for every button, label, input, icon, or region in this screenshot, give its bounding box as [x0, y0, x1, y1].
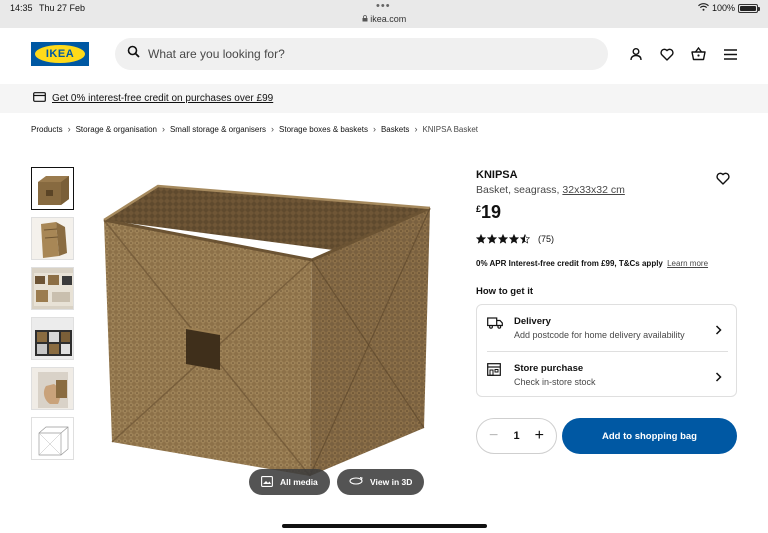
wifi-icon: [698, 3, 709, 13]
status-time: 14:35: [10, 3, 33, 13]
add-to-favourites-icon[interactable]: [716, 172, 730, 190]
thumbnail-3[interactable]: [31, 267, 74, 310]
rating-stars: [476, 234, 530, 244]
product-name: KNIPSA: [476, 169, 518, 181]
credit-info: 0% APR Interest-free credit from £99, T&…: [476, 259, 708, 268]
star-icon: [487, 234, 497, 244]
thumbnail-6[interactable]: [31, 417, 74, 460]
product-price: £ 19: [476, 202, 501, 223]
star-icon: [520, 234, 530, 244]
chevron-right-icon: ›: [271, 124, 275, 134]
quantity-value: 1: [513, 430, 520, 442]
view-3d-button[interactable]: View in 3D: [337, 469, 425, 495]
product-description: Basket, seagrass, 32x33x32 cm: [476, 184, 625, 196]
breadcrumb-storage-boxes[interactable]: Storage boxes & baskets: [279, 125, 368, 134]
logo-text: IKEA: [45, 48, 75, 60]
chevron-right-icon: ›: [414, 124, 418, 134]
store-icon: [487, 363, 501, 381]
ikea-logo[interactable]: IKEA: [31, 42, 89, 66]
status-bar: 14:35 Thu 27 Feb ••• ikea.com 100%: [0, 0, 768, 28]
breadcrumb-current: KNIPSA Basket: [422, 124, 479, 134]
delivery-subtitle: Add postcode for home delivery availabil…: [514, 330, 685, 340]
add-to-bag-button[interactable]: Add to shopping bag: [562, 418, 737, 454]
url-bar[interactable]: ikea.com: [0, 14, 768, 24]
url-text: ikea.com: [370, 14, 407, 24]
learn-more-link[interactable]: Learn more: [667, 259, 708, 268]
product-dimensions-link[interactable]: 32x33x32 cm: [562, 184, 624, 196]
user-icon[interactable]: [626, 44, 646, 64]
star-icon: [498, 234, 508, 244]
gallery-icon: [261, 475, 273, 489]
breadcrumb-small-storage[interactable]: Small storage & organisers: [170, 125, 266, 134]
chevron-right-icon: ›: [161, 124, 165, 134]
menu-icon[interactable]: [720, 44, 740, 64]
search-icon: [127, 45, 140, 63]
thumbnail-4[interactable]: [31, 317, 74, 360]
delivery-option[interactable]: Delivery Add postcode for home delivery …: [477, 305, 736, 351]
tab-dots-icon[interactable]: •••: [376, 0, 391, 12]
how-to-get-card: Delivery Add postcode for home delivery …: [476, 304, 737, 397]
breadcrumb: Products › Storage & organisation › Smal…: [31, 124, 478, 134]
status-right: 100%: [698, 3, 760, 13]
promo-link[interactable]: Get 0% interest-free credit on purchases…: [52, 93, 273, 104]
promo-banner: Get 0% interest-free credit on purchases…: [0, 84, 768, 113]
battery-icon: [738, 3, 760, 13]
view-3d-label: View in 3D: [370, 477, 413, 487]
lock-icon: [362, 14, 371, 24]
star-icon: [509, 234, 519, 244]
product-type: Basket, seagrass,: [476, 184, 560, 196]
chevron-right-icon: ›: [67, 124, 71, 134]
delivery-title: Delivery: [514, 316, 551, 327]
credit-card-icon: [33, 92, 46, 105]
store-purchase-title: Store purchase: [514, 363, 584, 374]
all-media-label: All media: [280, 477, 318, 487]
star-icon: [476, 234, 486, 244]
review-count: (75): [538, 234, 555, 244]
heart-icon[interactable]: [657, 44, 677, 64]
store-purchase-subtitle: Check in-store stock: [514, 377, 596, 387]
battery-percent: 100%: [711, 3, 735, 13]
breadcrumb-baskets[interactable]: Baskets: [381, 125, 409, 134]
thumbnail-2[interactable]: [31, 217, 74, 260]
rotate-3d-icon: [349, 476, 363, 488]
home-indicator[interactable]: [282, 524, 487, 528]
rating[interactable]: (75): [476, 234, 554, 244]
thumbnail-5[interactable]: [31, 367, 74, 410]
chevron-right-icon: [715, 369, 722, 387]
site-header: IKEA: [0, 28, 768, 82]
search-input[interactable]: [148, 47, 568, 61]
truck-icon: [487, 316, 503, 334]
product-image[interactable]: [98, 180, 438, 480]
chevron-right-icon: [715, 322, 722, 340]
chevron-right-icon: ›: [372, 124, 376, 134]
search-bar[interactable]: [115, 38, 608, 70]
decrease-quantity-button[interactable]: −: [489, 428, 498, 444]
basket-icon[interactable]: [688, 44, 708, 64]
credit-text: 0% APR Interest-free credit from £99, T&…: [476, 259, 663, 268]
price-amount: 19: [481, 202, 502, 222]
status-date: Thu 27 Feb: [39, 3, 86, 13]
how-to-get-title: How to get it: [476, 286, 533, 297]
all-media-button[interactable]: All media: [249, 469, 330, 495]
thumbnail-1[interactable]: [31, 167, 74, 210]
breadcrumb-storage[interactable]: Storage & organisation: [76, 125, 157, 134]
increase-quantity-button[interactable]: +: [535, 428, 544, 444]
quantity-stepper[interactable]: − 1 +: [476, 418, 557, 454]
store-purchase-option[interactable]: Store purchase Check in-store stock: [477, 352, 736, 398]
breadcrumb-products[interactable]: Products: [31, 125, 63, 134]
